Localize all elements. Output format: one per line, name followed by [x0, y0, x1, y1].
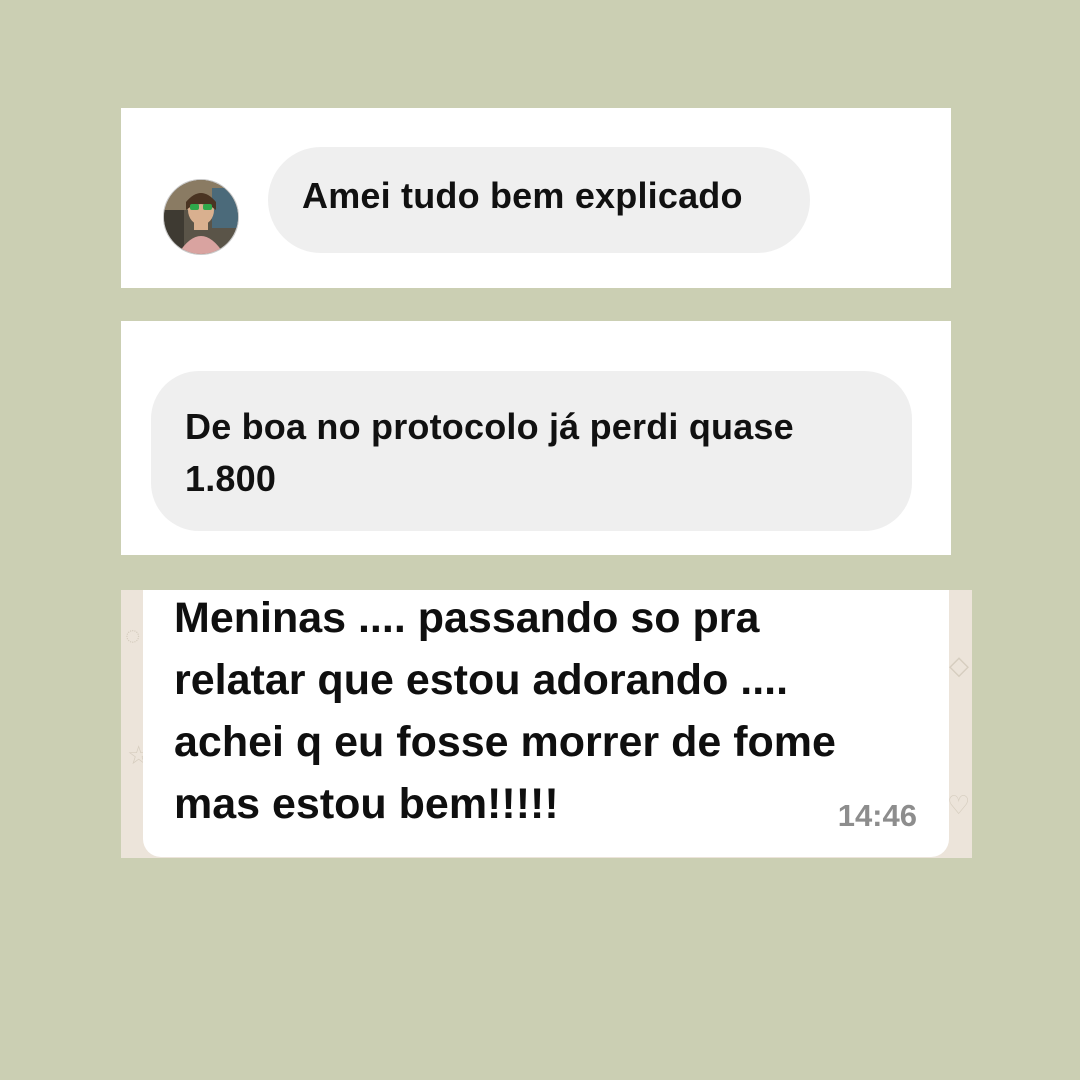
- comment-card-2: De boa no protocolo já perdi quase 1.800: [121, 321, 951, 555]
- comment-text: Amei tudo bem explicado: [302, 175, 743, 216]
- wallpaper-doodle: ♡: [947, 790, 971, 820]
- user-avatar[interactable]: [163, 179, 239, 255]
- whatsapp-message-card: ◌ ☆ ◇ ♡ Meninas .... passando so pra rel…: [121, 590, 972, 858]
- wallpaper-doodle: ◌: [125, 620, 141, 650]
- message-timestamp: 14:46: [837, 798, 917, 833]
- avatar-photo-icon: [164, 180, 238, 254]
- message-bubble: Meninas .... passando so pra relatar que…: [143, 590, 949, 857]
- comment-text: De boa no protocolo já perdi quase 1.800: [185, 406, 794, 499]
- comment-card-1: Amei tudo bem explicado: [121, 108, 951, 288]
- comment-bubble: Amei tudo bem explicado: [268, 147, 810, 253]
- wallpaper-doodle: ◇: [949, 650, 969, 680]
- message-text: Meninas .... passando so pra relatar que…: [174, 594, 836, 828]
- comment-bubble: De boa no protocolo já perdi quase 1.800: [151, 371, 912, 531]
